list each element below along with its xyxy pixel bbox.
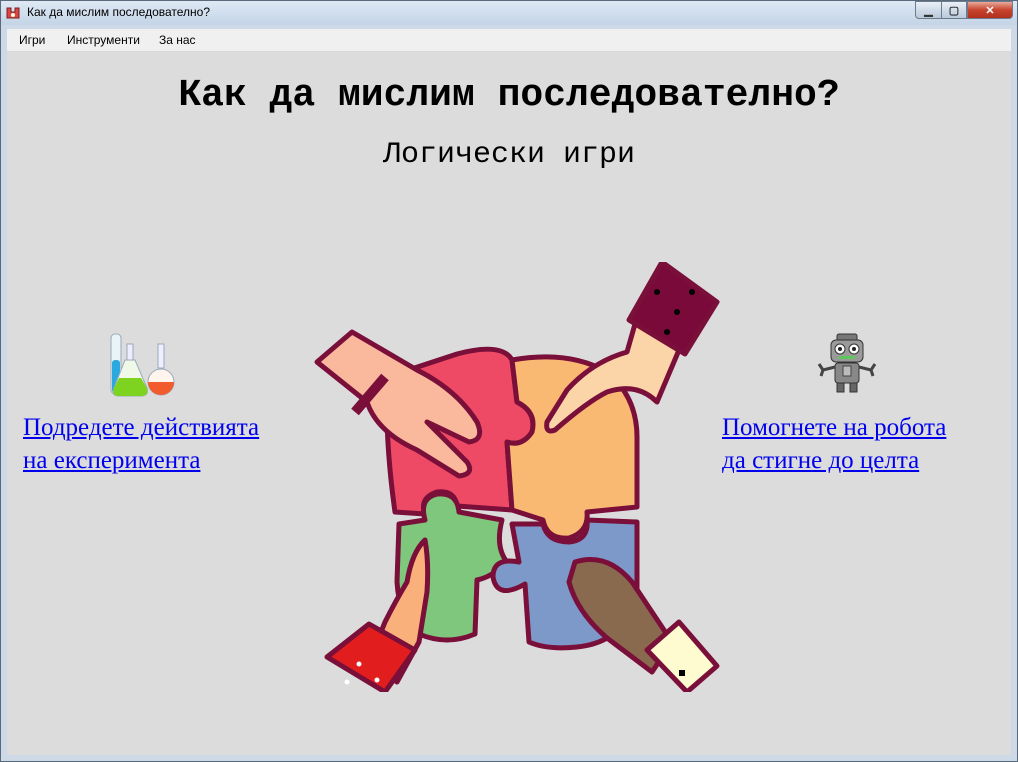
menu-bar: Игри Инструменти За нас xyxy=(7,29,1011,52)
minimize-button[interactable]: ▁ xyxy=(915,1,941,19)
menu-tools[interactable]: Инструменти xyxy=(67,33,140,47)
window-controls: ▁ ▢ ✕ xyxy=(915,1,1013,19)
app-window: Как да мислим последователно? ▁ ▢ ✕ Игри… xyxy=(0,0,1018,762)
page-title: Как да мислим последователно? xyxy=(178,74,840,117)
robot-link-line1: Помогнете на робота xyxy=(722,414,947,441)
experiment-link-line1: Подредете действията xyxy=(23,414,260,441)
page-subtitle: Логически игри xyxy=(382,138,636,172)
robot-game-link[interactable]: Помогнете на робота да стигне до целта xyxy=(722,411,946,477)
maximize-button[interactable]: ▢ xyxy=(941,1,967,19)
window-title: Как да мислим последователно? xyxy=(27,5,211,19)
close-button[interactable]: ✕ xyxy=(967,1,1013,19)
menu-games[interactable]: Игри xyxy=(19,33,45,47)
robot-icon[interactable] xyxy=(815,332,879,396)
experiment-game-link[interactable]: Подредете действията на експеримента xyxy=(23,411,259,477)
title-bar[interactable]: Как да мислим последователно? ▁ ▢ ✕ xyxy=(1,1,1017,25)
puzzle-hands-illustration xyxy=(314,262,720,692)
experiment-link-line2: на експеримента xyxy=(23,447,201,474)
robot-link-line2: да стигне до целта xyxy=(722,447,920,474)
app-icon xyxy=(6,7,20,19)
menu-about[interactable]: За нас xyxy=(159,33,196,47)
main-content: Как да мислим последователно? Логически … xyxy=(7,52,1011,755)
lab-flasks-icon[interactable] xyxy=(107,330,181,400)
